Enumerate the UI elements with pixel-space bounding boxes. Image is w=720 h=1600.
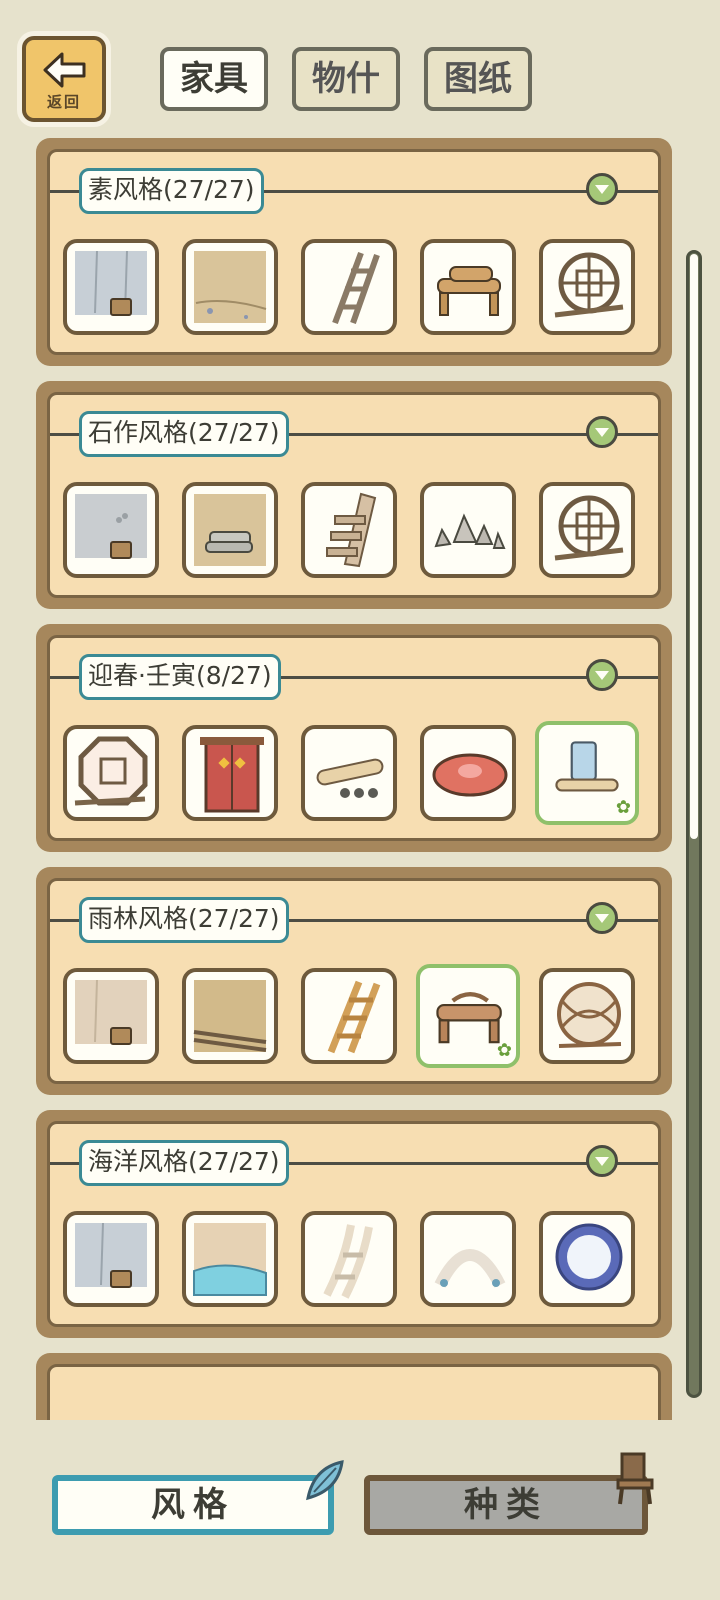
item-slot-bench[interactable]	[420, 239, 516, 335]
scrollbar-thumb[interactable]	[690, 254, 698, 839]
category-panel: 迎春·壬寅(8/27) ✿	[36, 624, 672, 852]
category-panel: 素风格(27/27)	[36, 138, 672, 366]
item-slot-ladder[interactable]	[301, 968, 397, 1064]
category-panel: 石作风格(27/27)	[36, 381, 672, 609]
item-slot-window[interactable]	[539, 482, 635, 578]
item-slot-wall[interactable]	[63, 482, 159, 578]
wooden-ladder-icon	[327, 980, 381, 1054]
collapse-toggle-icon[interactable]	[586, 416, 618, 448]
stone-stairs-icon	[326, 492, 377, 568]
top-bar: 返回 家具 物什 图纸	[0, 0, 720, 130]
round-window-icon	[554, 252, 624, 318]
item-slot-stairs[interactable]	[301, 482, 397, 578]
item-slot-scroll[interactable]	[301, 725, 397, 821]
round-window-icon	[554, 495, 624, 561]
item-slot-ladder[interactable]	[301, 1211, 397, 1307]
kind-tab-button[interactable]: 种类	[364, 1475, 648, 1535]
category-title: 迎春·壬寅(8/27)	[79, 654, 281, 700]
item-slot-floor[interactable]	[182, 968, 278, 1064]
red-door-icon	[200, 737, 264, 813]
item-slot-wall[interactable]	[63, 1211, 159, 1307]
category-title: 海洋风格(27/27)	[79, 1140, 289, 1186]
item-slot-arch[interactable]	[420, 1211, 516, 1307]
item-slot-window[interactable]	[63, 725, 159, 821]
item-slot-window[interactable]	[539, 239, 635, 335]
wicker-ball-icon	[557, 982, 622, 1048]
category-panel-partial	[36, 1353, 672, 1420]
item-slot-door[interactable]	[182, 725, 278, 821]
item-slot-stool[interactable]: ✿	[416, 964, 520, 1068]
tab-objects[interactable]: 物什	[292, 47, 400, 111]
tab-furniture[interactable]: 家具	[160, 47, 268, 111]
tab-blueprints[interactable]: 图纸	[424, 47, 532, 111]
paw-print-icon: ✿	[496, 1040, 512, 1061]
item-slot-floor[interactable]	[182, 239, 278, 335]
floor-plank-icon	[193, 980, 267, 1052]
red-cushion-icon	[432, 753, 508, 797]
shell-icon	[306, 1460, 344, 1501]
bone-ladder-icon	[323, 1224, 373, 1299]
item-slot-ball[interactable]	[539, 968, 635, 1064]
wall-bucket-icon	[75, 979, 147, 1045]
category-title: 雨林风格(27/27)	[79, 897, 289, 943]
category-panel: 雨林风格(27/27) ✿	[36, 867, 672, 1095]
floor-stone-icon	[194, 494, 266, 566]
back-label: 返回	[46, 93, 81, 111]
item-slot-ladder[interactable]	[301, 239, 397, 335]
chair-icon	[616, 1452, 654, 1505]
item-slot-mirror[interactable]	[539, 1211, 635, 1307]
floor-dirt-icon	[194, 251, 267, 323]
collapse-toggle-icon[interactable]	[586, 173, 618, 205]
item-slot-floor[interactable]	[182, 482, 278, 578]
wall-bucket-icon	[75, 494, 147, 559]
collapse-toggle-icon[interactable]	[586, 902, 618, 934]
rock-pile-icon	[434, 513, 506, 549]
back-button[interactable]: 返回	[22, 36, 106, 122]
item-slot-cup-scroll[interactable]: ✿	[535, 721, 639, 825]
scroll-cart-icon	[316, 758, 384, 798]
item-slot-wall[interactable]	[63, 968, 159, 1064]
category-title: 素风格(27/27)	[79, 168, 264, 214]
floor-water-icon	[193, 1223, 267, 1296]
item-slot-cushion[interactable]	[420, 725, 516, 821]
porthole-mirror-icon	[555, 1223, 623, 1291]
wall-bucket-icon	[75, 250, 147, 316]
collapse-toggle-icon[interactable]	[586, 1145, 618, 1177]
wall-bucket-icon	[75, 1222, 147, 1288]
item-slot-floor[interactable]	[182, 1211, 278, 1307]
shell-arch-icon	[434, 1249, 506, 1288]
log-bench-icon	[437, 266, 501, 316]
item-slot-rocks[interactable]	[420, 482, 516, 578]
item-slot-wall[interactable]	[63, 239, 159, 335]
category-list[interactable]: 素风格(27/27) 石作风格(27/27) 迎春·壬寅(8/27) ✿ 雨林风…	[0, 130, 720, 1420]
style-tab-button[interactable]: 风格	[52, 1475, 334, 1535]
category-panel: 海洋风格(27/27)	[36, 1110, 672, 1338]
ladder-icon	[332, 251, 380, 325]
category-title: 石作风格(27/27)	[79, 411, 289, 457]
collapse-toggle-icon[interactable]	[586, 659, 618, 691]
scrollbar[interactable]	[686, 250, 702, 1398]
paw-print-icon: ✿	[615, 797, 631, 818]
octagon-window-icon	[74, 736, 148, 806]
back-arrow-icon	[43, 52, 86, 88]
